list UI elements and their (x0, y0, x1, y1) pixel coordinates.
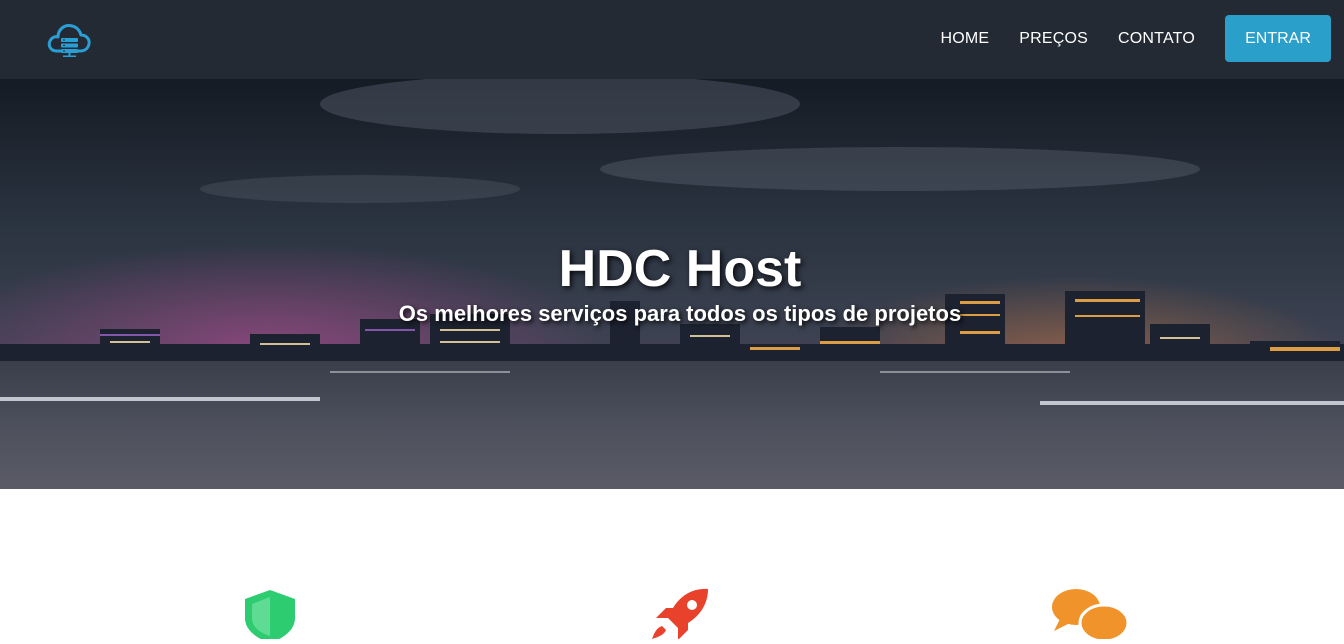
nav-precos-link[interactable]: PREÇOS (1019, 30, 1088, 48)
navbar: HOME PREÇOS CONTATO ENTRAR (0, 0, 1344, 79)
features-section (0, 489, 1344, 643)
nav-contato-link[interactable]: CONTATO (1118, 30, 1195, 48)
shield-icon (240, 588, 300, 644)
nav-links: HOME PREÇOS CONTATO ENTRAR (940, 15, 1331, 62)
hero-subtitle: Os melhores serviços para todos os tipos… (398, 301, 962, 326)
rocket-icon (648, 586, 712, 644)
hero-banner: HDC Host Os melhores serviços para todos… (0, 79, 1344, 489)
nav-home-link[interactable]: HOME (940, 30, 989, 48)
hero-title: HDC Host (558, 240, 802, 298)
chat-bubbles-icon (1050, 587, 1130, 644)
entrar-button[interactable]: ENTRAR (1225, 15, 1331, 62)
hero-text: HDC Host Os melhores serviços para todos… (0, 239, 1344, 327)
cloud-server-icon[interactable] (46, 20, 92, 58)
